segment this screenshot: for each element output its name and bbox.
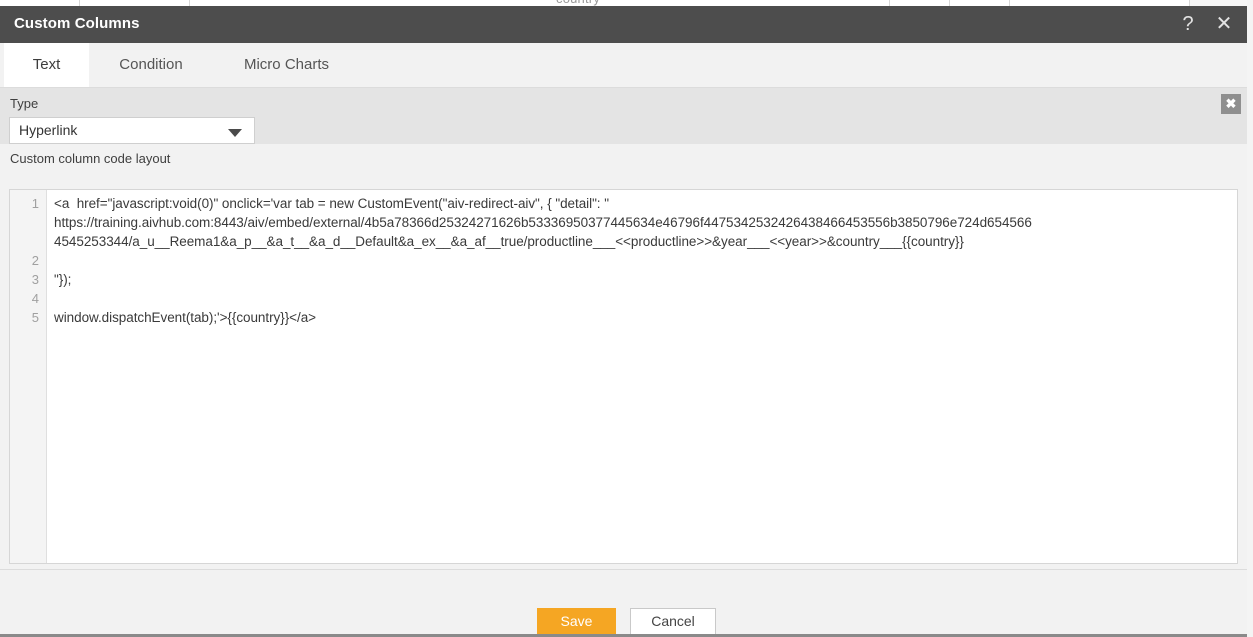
tab-text[interactable]: Text	[4, 43, 89, 87]
code-line: "});	[54, 272, 72, 287]
clear-icon[interactable]: ✖	[1221, 94, 1241, 114]
type-select-value: Hyperlink	[19, 122, 78, 138]
code-line: 4545253344/a_u__Reema1&a_p__&a_t__&a_d__…	[54, 234, 964, 249]
dialog-titlebar: Custom Columns ? ✕	[0, 6, 1247, 43]
page-right-margin	[1247, 0, 1253, 637]
code-gutter: 1 2 3 4 5	[10, 190, 47, 563]
close-icon[interactable]: ✕	[1207, 6, 1241, 43]
save-button[interactable]: Save	[537, 608, 616, 635]
dialog-footer: Save Cancel	[0, 569, 1247, 637]
cancel-button[interactable]: Cancel	[630, 608, 716, 635]
type-select[interactable]: Hyperlink	[9, 117, 255, 144]
triangle-down-icon	[228, 129, 242, 137]
tab-condition[interactable]: Condition	[89, 43, 213, 87]
dialog-tabs: Text Condition Micro Charts	[0, 43, 1247, 88]
dialog-title: Custom Columns	[14, 15, 140, 32]
code-editor[interactable]: 1 2 3 4 5 <a href="javascript:void(0)" o…	[9, 189, 1238, 564]
custom-columns-dialog: Custom Columns ? ✕ Text Condition Micro …	[0, 6, 1247, 637]
line-number: 1	[31, 196, 39, 211]
type-panel: Type Hyperlink ✖	[0, 88, 1247, 145]
line-number: 5	[31, 310, 39, 325]
help-icon[interactable]: ?	[1171, 6, 1205, 43]
code-line: https://training.aivhub.com:8443/aiv/emb…	[54, 215, 1032, 230]
line-number: 3	[31, 272, 39, 287]
type-label: Type	[10, 96, 39, 111]
code-line: <a href="javascript:void(0)" onclick='va…	[54, 196, 609, 211]
code-section: Custom column code layout 1 2 3 4 5 <a h…	[0, 144, 1247, 569]
code-content[interactable]: <a href="javascript:void(0)" onclick='va…	[48, 190, 1237, 563]
code-section-label: Custom column code layout	[10, 151, 171, 166]
code-line: window.dispatchEvent(tab);'>{{country}}<…	[54, 310, 316, 325]
tab-micro-charts[interactable]: Micro Charts	[213, 43, 360, 87]
line-number: 2	[31, 253, 39, 268]
line-number: 4	[31, 291, 39, 306]
